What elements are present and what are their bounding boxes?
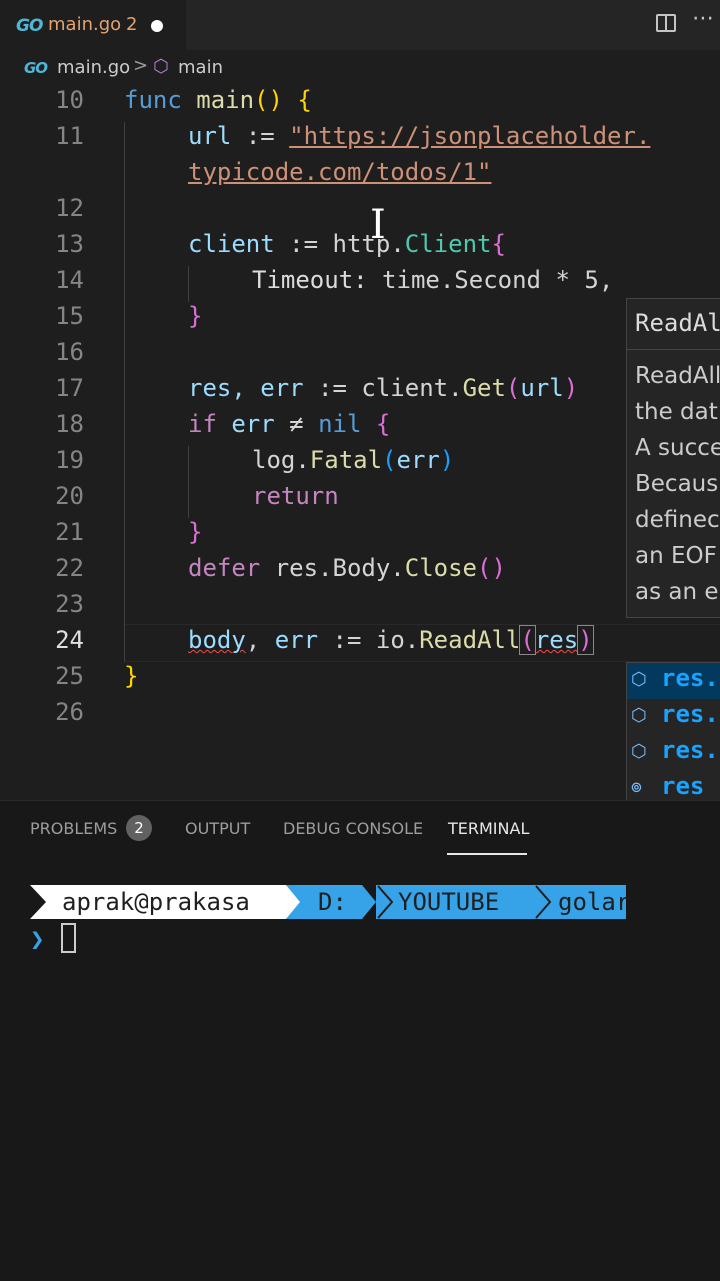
field-icon: ⬡ [631,705,647,726]
code-line-active: body, err := io.ReadAll(res) [188,625,594,655]
line-number: 26 [55,698,84,726]
unsaved-dot-icon[interactable] [151,20,163,32]
line-number: 21 [55,518,84,546]
tab-problems[interactable]: PROBLEMS [30,819,117,838]
indent-guide [188,266,189,302]
suggestion-item[interactable]: ⬡ res. [627,663,720,699]
hover-divider [627,349,720,350]
tab-problem-count: 2 [126,14,138,35]
line-number: 14 [55,266,84,294]
hover-signature: ReadAll [635,309,720,337]
tab-label: main.go [48,14,122,35]
code-line: } [188,518,203,546]
mouse-ibeam-cursor-icon: I [370,202,386,248]
go-file-icon: GO [16,16,43,36]
variable-icon: ⊚ [631,777,642,798]
code-line: func main() { [124,86,312,114]
tab-main-go[interactable]: GO main.go 2 [0,0,186,50]
problems-count-badge: 2 [126,815,152,841]
indent-guide [124,122,125,662]
symbol-function-icon: ⬡ [153,56,169,77]
bottom-panel: PROBLEMS 2 OUTPUT DEBUG CONSOLE TERMINAL… [0,800,720,1281]
breadcrumb: GO main.go > ⬡ main [0,50,720,86]
prompt-chevron-icon: ❯ [30,925,45,953]
code-line: client := http.Client{ [188,230,506,258]
breadcrumb-symbol[interactable]: main [178,57,223,78]
line-number: 22 [55,554,84,582]
line-number: 13 [55,230,84,258]
suggestion-item[interactable]: ⬡ res. [627,699,720,735]
line-number: 17 [55,374,84,402]
hover-doc-line: the dat [635,399,718,425]
hover-doc-line: A succe [635,435,720,461]
code-line: url := "https://jsonplaceholder. [188,122,651,150]
indent-guide [188,446,189,518]
line-number: 19 [55,446,84,474]
split-editor-icon[interactable] [656,14,676,32]
active-tab-indicator [447,853,527,855]
line-number: 20 [55,482,84,510]
breadcrumb-file[interactable]: main.go [57,57,130,78]
hover-doc-line: definec [635,507,720,533]
breadcrumb-separator: > [133,55,149,76]
line-number: 18 [55,410,84,438]
prompt-folder-segment: YOUTUBE [376,885,534,919]
line-number: 15 [55,302,84,330]
line-number: 11 [55,122,84,150]
code-line: defer res.Body.Close() [188,554,506,582]
hover-doc-line: an EOF [635,543,717,569]
hover-documentation: ReadAll ReadAll the dat A succe Becaus d… [626,298,720,618]
code-line: Timeout: time.Second * 5, [252,266,614,294]
line-number: 25 [55,662,84,690]
hover-doc-line: ReadAll [635,363,720,389]
prompt-separator-icon [376,885,394,919]
code-line: res, err := client.Get(url) [188,374,579,402]
code-line: } [188,302,203,330]
code-line: } [124,662,139,690]
hover-doc-line: as an e [635,579,719,605]
go-file-icon: GO [24,59,48,77]
prompt-user-segment: aprak@prakasa [30,885,286,919]
editor-tab-bar: GO main.go 2 ⋯ [0,0,720,50]
terminal-cursor[interactable] [61,923,76,953]
field-icon: ⬡ [631,741,647,762]
tab-output[interactable]: OUTPUT [185,819,250,838]
code-line: log.Fatal(err) [252,446,455,474]
code-editor[interactable]: 10 11 12 13 14 15 16 17 18 19 20 21 22 2… [0,86,720,800]
prompt-separator-icon [534,885,552,919]
line-number: 16 [55,338,84,366]
tab-terminal[interactable]: TERMINAL [448,819,529,838]
suggestion-item[interactable]: ⬡ res. [627,735,720,771]
tab-debug-console[interactable]: DEBUG CONSOLE [283,819,423,838]
code-line: return [252,482,339,510]
field-icon: ⬡ [631,669,647,690]
more-actions-icon[interactable]: ⋯ [692,6,715,31]
code-line: if err ≠ nil { [188,410,391,438]
line-number-active: 24 [55,626,84,654]
code-line-wrap: typicode.com/todos/1" [188,158,492,186]
line-number: 12 [55,194,84,222]
line-number: 23 [55,590,84,618]
hover-doc-line: Becaus [635,471,719,497]
line-number: 10 [55,86,84,114]
